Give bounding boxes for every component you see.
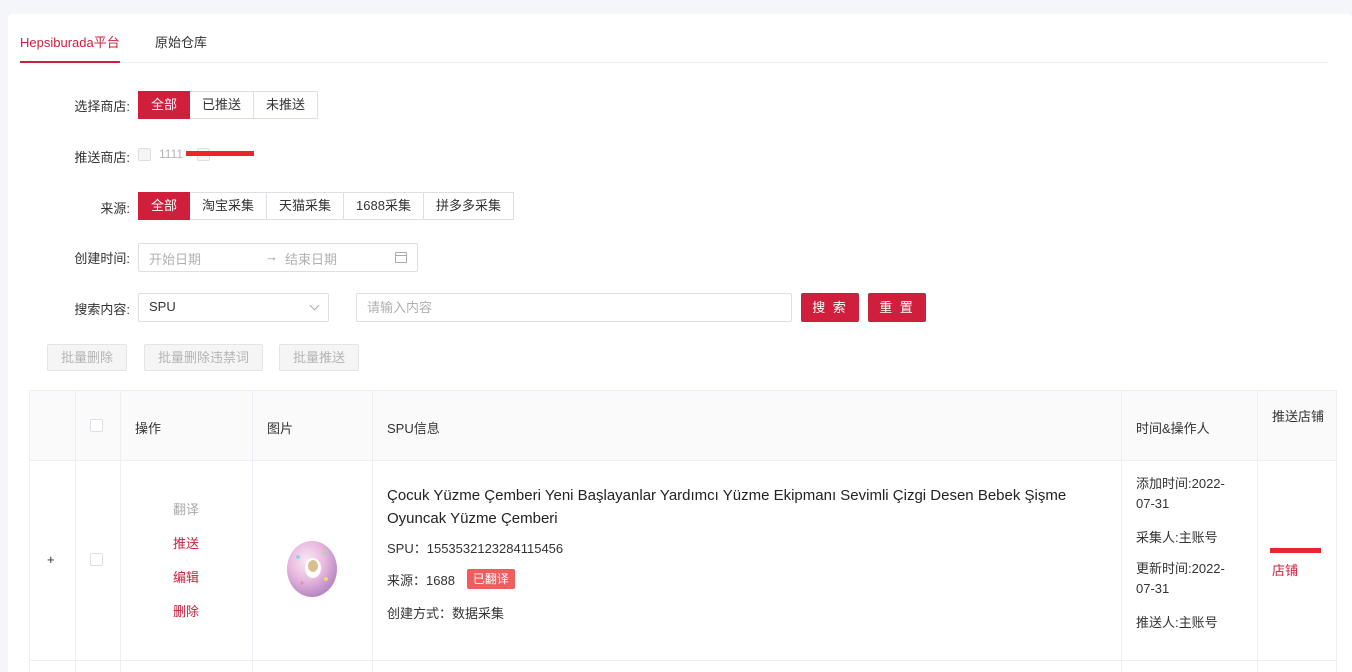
header-image: 图片: [267, 421, 294, 436]
tab-hepsiburada[interactable]: Hepsiburada平台: [20, 32, 120, 63]
source-row: 来源：1688 已翻译: [387, 569, 515, 589]
source-filter-all[interactable]: 全部: [138, 192, 191, 220]
header-action: 操作: [135, 421, 162, 436]
reset-button[interactable]: 重 置: [868, 293, 926, 322]
chevron-down-icon: [309, 300, 320, 311]
source-filter-group: 全部 淘宝采集 天猫采集 1688采集 拼多多采集: [138, 192, 514, 220]
start-date-placeholder[interactable]: 开始日期: [149, 249, 201, 268]
edit-action[interactable]: 编辑: [173, 567, 199, 586]
search-field-value: SPU: [149, 299, 176, 314]
collector: 采集人:主账号: [1136, 530, 1218, 545]
date-range-picker[interactable]: 开始日期 → 结束日期: [138, 243, 418, 272]
updated-time: 更新时间:2022-07-31: [1136, 561, 1225, 596]
header-spu-info: SPU信息: [387, 421, 440, 436]
translate-action[interactable]: 翻译: [173, 499, 199, 518]
spu-value: SPU：1553532123284115456: [387, 541, 564, 556]
search-input[interactable]: [357, 294, 791, 321]
store-filter-group: 全部 已推送 未推送: [138, 91, 319, 119]
push-store-checkbox-1111[interactable]: [138, 147, 151, 161]
push-store-link[interactable]: 店铺: [1272, 560, 1298, 579]
product-table: 操作 图片 SPU信息 时间&操作人 推送店铺 + 翻译 推送 编辑 删除 Ço: [29, 390, 1337, 672]
source-filter-label: 来源:: [100, 201, 130, 216]
source-value: 来源：1688: [387, 572, 455, 588]
created-date-label: 创建时间:: [74, 251, 130, 266]
redaction-mark: [186, 151, 254, 156]
product-image: [284, 539, 340, 599]
bulk-delete-button[interactable]: 批量删除: [47, 344, 128, 371]
tab-original-warehouse[interactable]: 原始仓库: [155, 32, 207, 63]
create-method: 创建方式：数据采集: [387, 606, 505, 621]
push-store-label: 推送商店:: [74, 150, 130, 165]
source-filter-taobao[interactable]: 淘宝采集: [189, 192, 268, 220]
pusher: 推送人:主账号: [1136, 615, 1218, 630]
source-filter-1688[interactable]: 1688采集: [343, 192, 424, 220]
row-checkbox[interactable]: [90, 553, 103, 566]
header-push-store: 推送店铺: [1272, 409, 1325, 424]
bulk-push-button[interactable]: 批量推送: [279, 344, 360, 371]
store-filter-label: 选择商店:: [74, 99, 130, 114]
store-name-redaction: [1270, 548, 1321, 553]
store-filter-pushed[interactable]: 已推送: [189, 91, 255, 119]
platform-tabs: Hepsiburada平台 原始仓库: [20, 28, 1328, 63]
source-filter-pinduoduo[interactable]: 拼多多采集: [422, 192, 514, 220]
header-time-operator: 时间&操作人: [1136, 421, 1210, 436]
search-label: 搜索内容:: [74, 302, 130, 317]
bulk-delete-banned-words-button[interactable]: 批量删除违禁词: [144, 344, 264, 371]
end-date-placeholder[interactable]: 结束日期: [285, 249, 337, 268]
added-time: 添加时间:2022-07-31: [1136, 476, 1225, 511]
select-all-checkbox[interactable]: [90, 419, 103, 432]
translated-badge: 已翻译: [466, 569, 515, 589]
expand-row-icon[interactable]: +: [47, 552, 55, 567]
push-action[interactable]: 推送: [173, 533, 199, 552]
calendar-icon: [395, 252, 407, 263]
source-filter-tmall[interactable]: 天猫采集: [266, 192, 345, 220]
store-filter-unpushed[interactable]: 未推送: [253, 91, 319, 119]
push-store-option-label: 1111: [159, 147, 184, 161]
store-filter-all[interactable]: 全部: [138, 91, 191, 119]
delete-action[interactable]: 删除: [173, 601, 199, 620]
product-title: Çocuk Yüzme Çemberi Yeni Başlayanlar Yar…: [387, 487, 1067, 527]
search-button[interactable]: 搜 索: [801, 293, 859, 322]
search-input-wrapper: [356, 293, 792, 322]
date-separator-arrow: →: [265, 249, 278, 264]
search-field-select[interactable]: SPU: [138, 293, 329, 322]
